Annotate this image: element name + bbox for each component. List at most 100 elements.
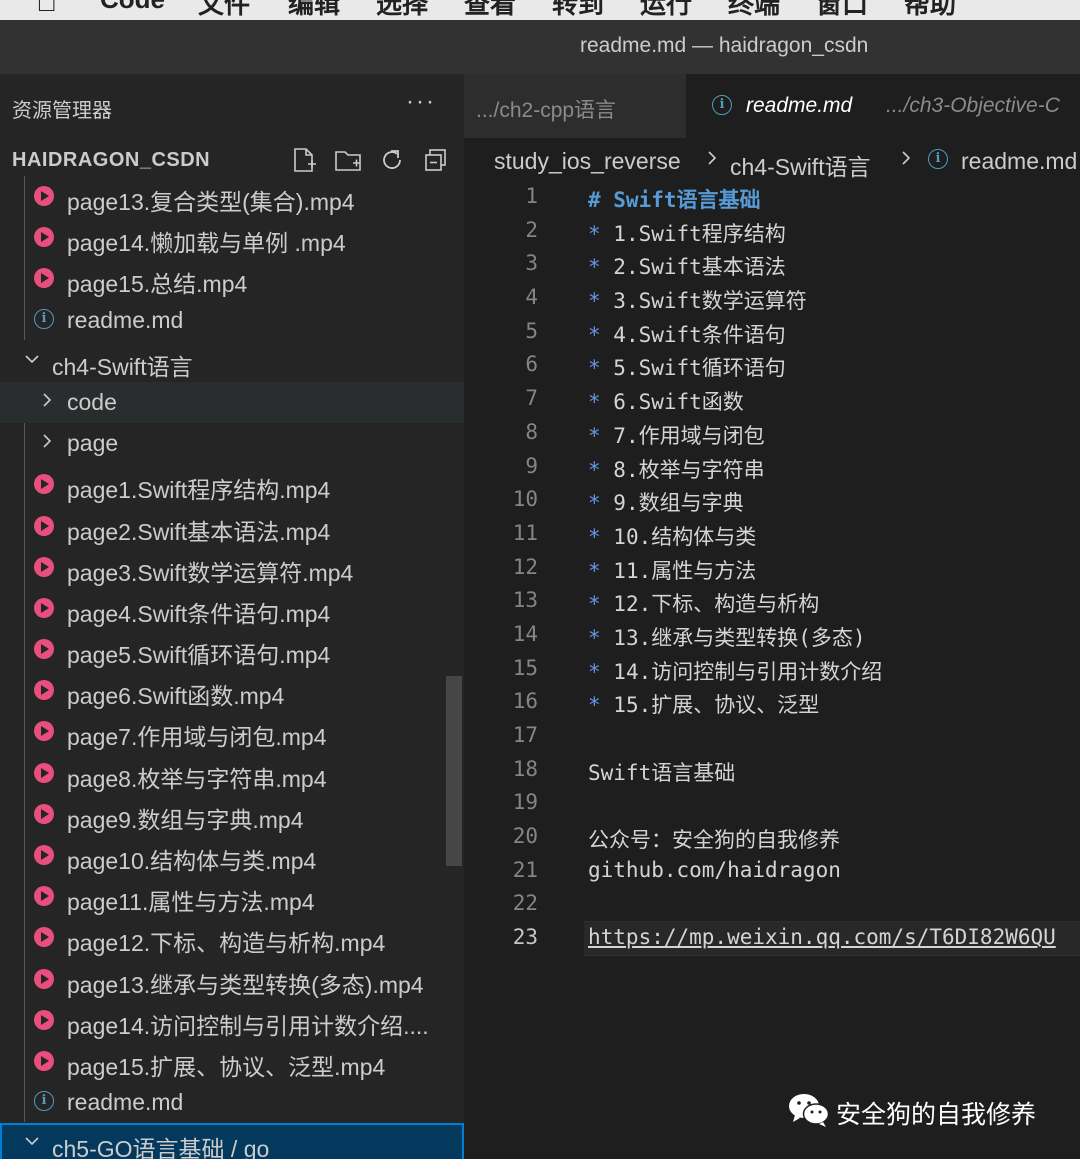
- tree-item[interactable]: page14.懒加载与单例 .mp4: [0, 217, 464, 258]
- chevron-right-icon: [43, 434, 52, 448]
- line-text: https://mp.weixin.qq.com/s/T6DI82W6QU: [588, 925, 1056, 950]
- code-line[interactable]: 18 Swift语言基础: [464, 753, 1080, 787]
- list-item-text: 6.Swift函数: [600, 390, 744, 415]
- code-line[interactable]: 6 * 5.Swift循环语句: [464, 348, 1080, 382]
- menu-selection[interactable]: 选择: [376, 0, 428, 20]
- tree-item[interactable]: page3.Swift数学运算符.mp4: [0, 547, 464, 588]
- line-number: 20: [512, 824, 538, 849]
- code-line[interactable]: 3 * 2.Swift基本语法: [464, 247, 1080, 281]
- video-file-icon: [34, 268, 54, 289]
- tree-folder-page[interactable]: page: [0, 423, 464, 464]
- list-bullet: *: [588, 289, 601, 314]
- tree-item[interactable]: page12.下标、构造与析构.mp4: [0, 917, 464, 958]
- line-text: * 2.Swift基本语法: [588, 251, 786, 281]
- tab-bar: .../ch2-cpp语言 i readme.md .../ch3-Object…: [464, 74, 1080, 138]
- video-file-icon: [34, 1050, 54, 1071]
- code-line[interactable]: 10 * 9.数组与字典: [464, 483, 1080, 517]
- menu-view[interactable]: 查看: [464, 0, 516, 20]
- tree-item[interactable]: page13.复合类型(集合).mp4: [0, 176, 464, 217]
- tree-item[interactable]: page5.Swift循环语句.mp4: [0, 629, 464, 670]
- line-number: 5: [525, 318, 538, 343]
- list-bullet: *: [588, 457, 601, 482]
- line-number: 21: [512, 857, 538, 882]
- line-number: 22: [512, 891, 538, 916]
- mac-menu-bar:  Code 文件 编辑 选择 查看 转到 运行 终端 窗口 帮助: [0, 0, 1080, 20]
- code-line[interactable]: 23 https://mp.weixin.qq.com/s/T6DI82W6QU: [464, 921, 1080, 957]
- chevron-right-icon: [43, 393, 52, 407]
- code-line[interactable]: 16 * 15.扩展、协议、泛型: [464, 685, 1080, 719]
- tree-item[interactable]: page15.总结.mp4: [0, 258, 464, 299]
- code-line[interactable]: 22: [464, 887, 1080, 921]
- tree-folder-ch5[interactable]: ch5-GO语言基础 / go: [0, 1123, 464, 1159]
- tree-item[interactable]: page9.数组与字典.mp4: [0, 794, 464, 835]
- collapse-all-icon[interactable]: [422, 146, 450, 174]
- code-line[interactable]: 1 # Swift语言基础: [464, 180, 1080, 214]
- file-tree: page13.复合类型(集合).mp4 page14.懒加载与单例 .mp4 p…: [0, 176, 464, 1159]
- code-line[interactable]: 14 * 13.继承与类型转换(多态): [464, 618, 1080, 652]
- menu-run[interactable]: 运行: [640, 0, 692, 20]
- code-line[interactable]: 20 公众号：安全狗的自我修养: [464, 820, 1080, 854]
- apple-icon[interactable]: : [36, 0, 57, 18]
- tree-item[interactable]: page15.扩展、协议、泛型.mp4: [0, 1041, 464, 1082]
- tree-item[interactable]: page7.作用域与闭包.mp4: [0, 711, 464, 752]
- menu-edit[interactable]: 编辑: [288, 0, 340, 20]
- code-line[interactable]: 11 * 10.结构体与类: [464, 517, 1080, 551]
- tree-item[interactable]: page11.属性与方法.mp4: [0, 876, 464, 917]
- code-line[interactable]: 19: [464, 786, 1080, 820]
- new-folder-icon[interactable]: [334, 146, 362, 174]
- breadcrumb-item[interactable]: ch4-Swift语言: [730, 148, 871, 182]
- tree-item[interactable]: page14.访问控制与引用计数介绍....: [0, 1000, 464, 1041]
- breadcrumb-item[interactable]: study_ios_reverse: [494, 148, 681, 175]
- tree-item[interactable]: page10.结构体与类.mp4: [0, 835, 464, 876]
- line-number: 9: [525, 453, 538, 478]
- line-text: * 5.Swift循环语句: [588, 352, 786, 382]
- code-line[interactable]: 12 * 11.属性与方法: [464, 551, 1080, 585]
- menu-terminal[interactable]: 终端: [728, 0, 780, 20]
- tree-item[interactable]: page13.继承与类型转换(多态).mp4: [0, 959, 464, 1000]
- tree-item[interactable]: page6.Swift函数.mp4: [0, 670, 464, 711]
- chevron-right-icon: [708, 151, 717, 165]
- new-file-icon[interactable]: [290, 146, 318, 174]
- code-line[interactable]: 21 github.com/haidragon: [464, 854, 1080, 888]
- code-line[interactable]: 5 * 4.Swift条件语句: [464, 315, 1080, 349]
- video-file-icon: [34, 845, 54, 865]
- tree-item[interactable]: i readme.md: [0, 300, 464, 341]
- code-line[interactable]: 2 * 1.Swift程序结构: [464, 214, 1080, 248]
- workspace-name: HAIDRAGON_CSDN: [12, 149, 211, 171]
- video-file-icon: [34, 968, 54, 989]
- code-editor[interactable]: 1 # Swift语言基础 2 * 1.Swift程序结构 3 * 2.Swift基本语法…: [464, 180, 1080, 957]
- code-line[interactable]: 9 * 8.枚举与字符串: [464, 450, 1080, 484]
- line-number: 4: [525, 285, 538, 310]
- video-file-icon: [34, 227, 54, 248]
- tree-item[interactable]: page8.枚举与字符串.mp4: [0, 753, 464, 794]
- menu-window[interactable]: 窗口: [816, 0, 868, 20]
- refresh-icon[interactable]: [378, 146, 406, 174]
- menu-file[interactable]: 文件: [198, 0, 250, 20]
- video-file-icon: [34, 515, 54, 536]
- code-line[interactable]: 8 * 7.作用域与闭包: [464, 416, 1080, 450]
- tree-folder-code[interactable]: code: [0, 381, 464, 424]
- code-line[interactable]: 17: [464, 719, 1080, 753]
- tree-item[interactable]: page2.Swift基本语法.mp4: [0, 506, 464, 547]
- editor-area: .../ch2-cpp语言 i readme.md .../ch3-Object…: [464, 74, 1080, 1159]
- code-line[interactable]: 7 * 6.Swift函数: [464, 382, 1080, 416]
- list-bullet: *: [588, 255, 601, 280]
- tab-readme-active[interactable]: i readme.md .../ch3-Objective-C: [686, 74, 1080, 138]
- menu-app[interactable]: Code: [100, 0, 165, 15]
- tree-item[interactable]: page4.Swift条件语句.mp4: [0, 588, 464, 629]
- menu-help[interactable]: 帮助: [904, 0, 956, 20]
- video-file-icon: [34, 1009, 54, 1030]
- breadcrumb-item[interactable]: readme.md: [961, 148, 1077, 175]
- tab-ch2-readme[interactable]: .../ch2-cpp语言: [464, 74, 687, 138]
- list-bullet: *: [588, 356, 601, 381]
- tree-item[interactable]: page1.Swift程序结构.mp4: [0, 464, 464, 505]
- more-actions-button[interactable]: ···: [406, 88, 436, 116]
- code-line[interactable]: 13 * 12.下标、构造与析构: [464, 584, 1080, 618]
- sidebar-scrollbar[interactable]: [446, 676, 462, 866]
- explorer-title: 资源管理器: [12, 100, 112, 122]
- tree-folder-ch4[interactable]: ch4-Swift语言: [0, 341, 464, 382]
- menu-go[interactable]: 转到: [552, 0, 604, 20]
- code-line[interactable]: 4 * 3.Swift数学运算符: [464, 281, 1080, 315]
- tree-item[interactable]: i readme.md: [0, 1082, 464, 1123]
- code-line[interactable]: 15 * 14.访问控制与引用计数介绍: [464, 652, 1080, 686]
